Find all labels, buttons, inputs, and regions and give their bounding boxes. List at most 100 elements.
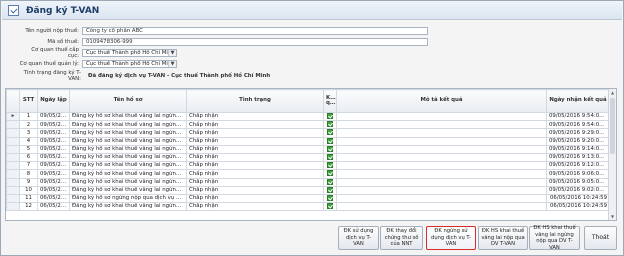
cell-stt: 12 [19, 202, 38, 212]
cell-received: 09/05/2016 9:14:08 AM [546, 144, 610, 154]
cell-date: 09/05/2016 [37, 177, 70, 187]
cell-description [336, 169, 547, 179]
register-vl-button[interactable]: ĐK HS khai thuế vãng lai nộp qua DV T-VA… [478, 226, 528, 250]
table-row[interactable]: ▸ 1 09/05/2016 Đăng ký hồ sơ khai thuế vãng… [6, 111, 610, 122]
scroll-down-icon[interactable]: ▼ [609, 213, 616, 220]
result-check-icon[interactable] [327, 146, 333, 152]
result-check-icon[interactable] [327, 179, 333, 185]
stop-service-button[interactable]: ĐK ngừng sử dụng dịch vụ T-VAN [426, 226, 476, 250]
cell-stt: 7 [19, 161, 38, 171]
chevron-down-icon[interactable]: ▼ [168, 49, 176, 56]
tax-code-field[interactable]: 0109478306-999 [82, 37, 428, 46]
cell-description [336, 144, 547, 154]
table-row[interactable]: 3 09/05/2016 Đăng ký hồ sơ khai thuế vãng … [6, 128, 610, 138]
cell-result [323, 169, 337, 179]
result-check-icon[interactable] [327, 203, 333, 210]
cell-stt: 11 [19, 193, 38, 204]
table-header-row: STT Ngày lập Tên hồ sơ Tình trạng Kết qu… [6, 89, 610, 113]
cell-date: 06/05/2016 [37, 193, 70, 204]
table-row[interactable]: 9 09/05/2016 Đăng ký hồ sơ khai thuế vãng … [6, 177, 610, 187]
cell-description [336, 185, 547, 195]
scroll-up-icon[interactable]: ▲ [609, 89, 616, 96]
col-header-name[interactable]: Tên hồ sơ [69, 89, 187, 113]
cell-stt: 9 [19, 177, 38, 187]
table-row[interactable]: 5 09/05/2016 Đăng ký hồ sơ khai thuế vãng … [6, 144, 610, 154]
managing-select[interactable]: Cục thuế Thành phố Hồ Chí Minh ▼ [82, 59, 177, 68]
result-check-icon[interactable] [327, 129, 333, 136]
cell-stt: 3 [19, 128, 38, 138]
row-indicator [6, 128, 20, 138]
cell-stt: 4 [19, 136, 38, 146]
exit-button[interactable]: Thoát [584, 226, 617, 250]
col-header-status[interactable]: Tình trạng [186, 89, 324, 113]
cell-status: Chấp nhận [186, 169, 324, 179]
cell-status: Chấp nhận [186, 144, 324, 154]
title-bar: Đăng ký T-VAN [2, 2, 622, 20]
cell-description [336, 202, 547, 212]
col-header-received[interactable]: Ngày nhận kết quả [546, 89, 610, 113]
window-title: Đăng ký T-VAN [26, 5, 100, 16]
cell-received: 09/05/2016 9:05:08 AM [546, 177, 610, 187]
cell-result [323, 161, 337, 171]
col-header-description[interactable]: Mô tả kết quả [336, 89, 547, 113]
cell-result [323, 193, 337, 204]
row-indicator [6, 193, 20, 204]
register-service-button[interactable]: ĐK sử dụng dịch vụ T-VAN [338, 226, 379, 250]
taxpayer-name-field[interactable]: Công ty cổ phần ABC [82, 26, 428, 35]
table-row[interactable]: 10 09/05/2016 Đăng ký hồ sơ khai thuế vãng… [6, 185, 610, 195]
table-row[interactable]: 6 09/05/2016 Đăng ký hồ sơ khai thuế vãng … [6, 152, 610, 163]
result-check-icon[interactable] [327, 121, 333, 128]
col-header-result[interactable]: Kết quả [323, 89, 337, 113]
cell-status: Chấp nhận [186, 152, 324, 163]
col-header-stt[interactable]: STT [19, 89, 38, 113]
cell-received: 09/05/2016 9:02:08 AM [546, 185, 610, 195]
cell-received: 06/05/2016 10:24:59 [546, 193, 610, 204]
cell-status: Chấp nhận [186, 185, 324, 195]
cell-name: Đăng ký hồ sơ khai thuế vãng lai ngừng n… [69, 202, 187, 212]
result-check-icon[interactable] [327, 162, 333, 169]
cell-description [336, 177, 547, 187]
result-check-icon[interactable] [327, 154, 333, 161]
chevron-down-icon[interactable]: ▼ [168, 60, 176, 67]
cell-received: 09/05/2016 9:13:08 AM [546, 152, 610, 163]
cell-date: 09/05/2016 [37, 111, 70, 122]
scroll-thumb[interactable] [610, 98, 615, 154]
stop-vl-button[interactable]: ĐK HS khai thuế vãng lai ngừng nộp qua D… [529, 225, 580, 251]
cell-date: 09/05/2016 [37, 120, 70, 130]
cell-status: Chấp nhận [186, 177, 324, 187]
cell-status: Chấp nhận [186, 120, 324, 130]
cell-result [323, 202, 337, 212]
cell-description [336, 152, 547, 163]
result-check-icon[interactable] [327, 113, 333, 120]
result-check-icon[interactable] [327, 187, 333, 193]
table-row[interactable]: 8 09/05/2016 Đăng ký hồ sơ khai thuế vãng … [6, 169, 610, 179]
row-indicator [6, 144, 20, 154]
table-row[interactable]: 4 09/05/2016 Đăng ký hồ sơ khai thuế vãng … [6, 136, 610, 146]
cell-name: Đăng ký hồ sơ khai thuế vãng lai ngừng n… [69, 177, 187, 187]
cell-description [336, 193, 547, 204]
table-row[interactable]: 7 09/05/2016 Đăng ký hồ sơ khai thuế vãng … [6, 161, 610, 171]
row-indicator [6, 120, 20, 130]
cell-result [323, 177, 337, 187]
managing-select-value: Cục thuế Thành phố Hồ Chí Minh [86, 60, 175, 67]
row-indicator [6, 136, 20, 146]
change-certificate-button[interactable]: ĐK thay đổi chứng thư số của NNT [380, 226, 423, 250]
cell-status: Chấp nhận [186, 161, 324, 171]
cell-date: 09/05/2016 [37, 161, 70, 171]
result-check-icon[interactable] [327, 170, 333, 177]
cell-description [336, 120, 547, 130]
table-row[interactable]: 11 06/05/2016 Đăng ký hồ sơ ngừng nộp qua … [6, 193, 610, 204]
cell-status: Chấp nhận [186, 136, 324, 146]
cell-result [323, 152, 337, 163]
cell-date: 09/05/2016 [37, 169, 70, 179]
col-header-date[interactable]: Ngày lập [37, 89, 70, 113]
checklist-icon [8, 5, 19, 16]
vertical-scrollbar[interactable]: ▲ ▼ [608, 89, 616, 220]
table-row[interactable]: 2 09/05/2016 Đăng ký hồ sơ khai thuế vãng … [6, 120, 610, 130]
result-check-icon[interactable] [327, 138, 333, 144]
dept-select[interactable]: Cục thuế Thành phố Hồ Chí Minh ▼ [82, 48, 177, 57]
cell-status: Chấp nhận [186, 202, 324, 212]
table-row[interactable]: 12 06/05/2016 Đăng ký hồ sơ khai thuế vãng… [6, 202, 610, 212]
result-check-icon[interactable] [327, 195, 333, 201]
cell-status: Chấp nhận [186, 193, 324, 204]
